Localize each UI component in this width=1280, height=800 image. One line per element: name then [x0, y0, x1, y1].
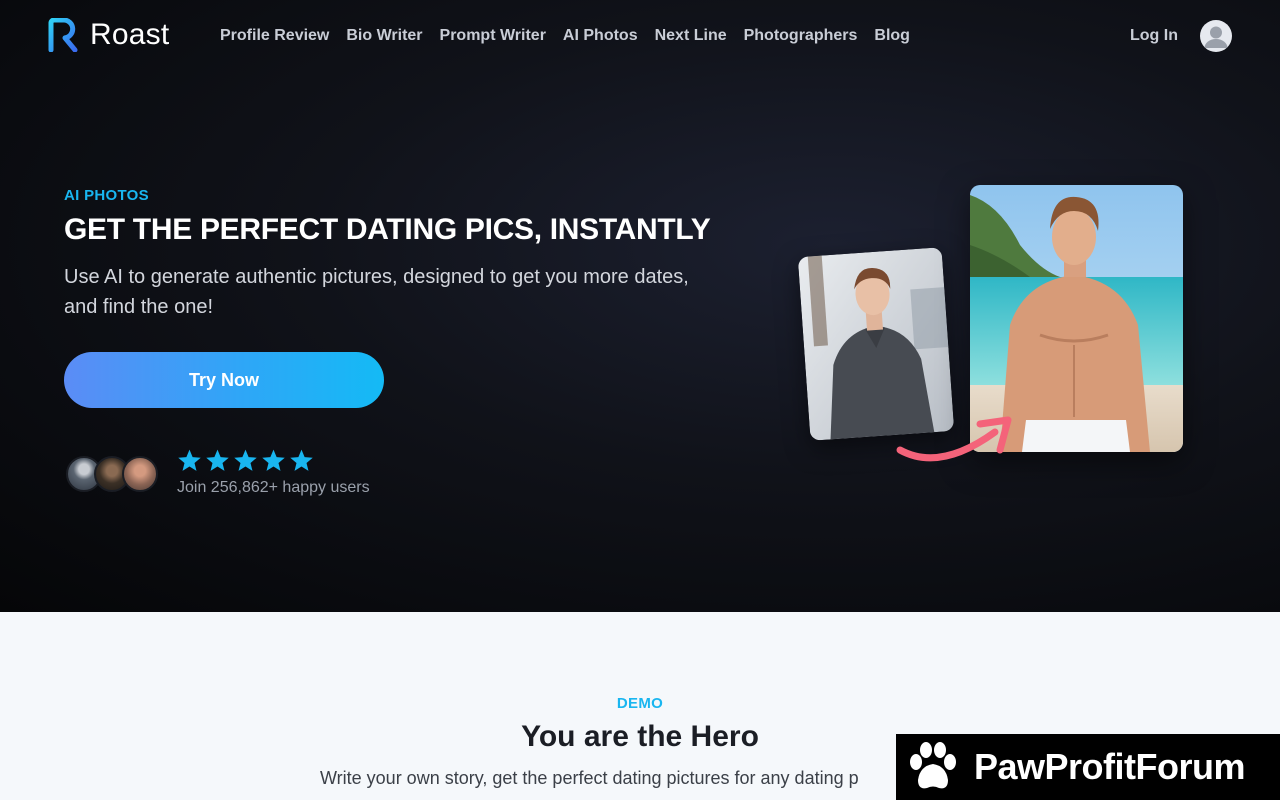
hero-subtext: Use AI to generate authentic pictures, d… — [64, 266, 689, 318]
watermark: PawProfitForum — [896, 734, 1280, 800]
try-now-button[interactable]: Try Now — [64, 352, 384, 408]
star-icon — [178, 449, 201, 471]
logo[interactable]: Roast — [48, 18, 169, 52]
nav-link-photographers[interactable]: Photographers — [744, 27, 858, 45]
paw-icon — [910, 742, 956, 789]
nav-link-profile-review[interactable]: Profile Review — [220, 27, 329, 45]
roast-logo-icon — [48, 18, 78, 52]
star-icon — [262, 449, 285, 471]
nav-link-next-line[interactable]: Next Line — [655, 27, 727, 45]
arrow-icon — [896, 416, 1012, 462]
top-nav: Roast Profile Review Bio Writer Prompt W… — [0, 0, 1280, 72]
demo-label: DEMO — [616, 695, 664, 712]
hero-section: Roast Profile Review Bio Writer Prompt W… — [0, 0, 1280, 612]
star-icon — [206, 449, 229, 471]
rating-stars — [177, 448, 314, 473]
hero-headline: GET THE PERFECT DATING PICS, INSTANTLY — [64, 213, 711, 246]
user-avatar-3 — [122, 456, 158, 492]
user-avatars — [66, 456, 160, 492]
nav-link-ai-photos[interactable]: AI Photos — [563, 27, 638, 45]
watermark-text: PawProfitForum — [974, 746, 1246, 787]
nav-link-bio-writer[interactable]: Bio Writer — [346, 27, 422, 45]
demo-subtitle: Write your own story, get the perfect da… — [320, 768, 859, 788]
star-icon — [290, 449, 313, 471]
star-icon — [234, 449, 257, 471]
hero-eyebrow: AI PHOTOS — [64, 187, 149, 204]
person-icon — [1204, 26, 1228, 48]
user-avatar-icon[interactable] — [1200, 20, 1232, 52]
nav-links: Profile Review Bio Writer Prompt Writer … — [220, 27, 910, 45]
brand-name: Roast — [90, 18, 170, 51]
nav-link-blog[interactable]: Blog — [874, 27, 910, 45]
login-link[interactable]: Log In — [1130, 27, 1178, 45]
social-proof-text: Join 256,862+ happy users — [177, 479, 370, 496]
nav-link-prompt-writer[interactable]: Prompt Writer — [440, 27, 546, 45]
